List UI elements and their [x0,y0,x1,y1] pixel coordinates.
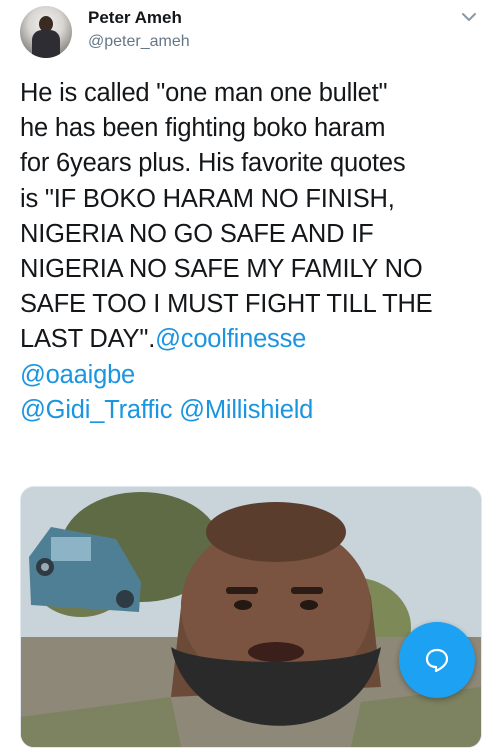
mention-link[interactable]: @Millishield [179,396,313,424]
tweet-line-with-mention: LAST DAY".@coolfinesse [20,322,485,357]
author-avatar[interactable] [20,6,72,58]
tweet-line: SAFE TOO I MUST FIGHT TILL THE [20,290,433,319]
mention-line: @oaaigbe [20,358,485,393]
tweet-line: he has been fighting boko haram [20,114,386,143]
tweet-card: Peter Ameh @peter_ameh He is called "one… [0,0,501,748]
tweet-line: is "IF BOKO HARAM NO FINISH, [20,184,395,213]
chat-bubble-icon [425,648,449,673]
compose-reply-button[interactable] [399,622,475,698]
tweet-line: NIGERIA NO SAFE MY FAMILY NO [20,255,423,284]
tweet-line: NIGERIA NO GO SAFE AND IF [20,219,374,248]
mention-line: @Gidi_Traffic @Millishield [20,393,485,428]
tweet-media-photo[interactable] [20,486,482,748]
chevron-down-icon[interactable] [460,10,478,24]
tweet-body: He is called "one man one bullet" he has… [20,76,485,428]
tweet-line: for 6years plus. His favorite quotes [20,149,406,178]
mention-link[interactable]: @Gidi_Traffic [20,396,172,424]
photo-illustration [21,487,481,747]
avatar-body [32,30,60,58]
mention-link[interactable]: @oaaigbe [20,361,135,389]
tweet-line: LAST DAY". [20,325,156,354]
author-display-name[interactable]: Peter Ameh [88,8,182,28]
mention-link[interactable]: @coolfinesse [155,325,306,353]
tweet-line: He is called "one man one bullet" [20,79,388,107]
author-handle[interactable]: @peter_ameh [88,33,190,51]
